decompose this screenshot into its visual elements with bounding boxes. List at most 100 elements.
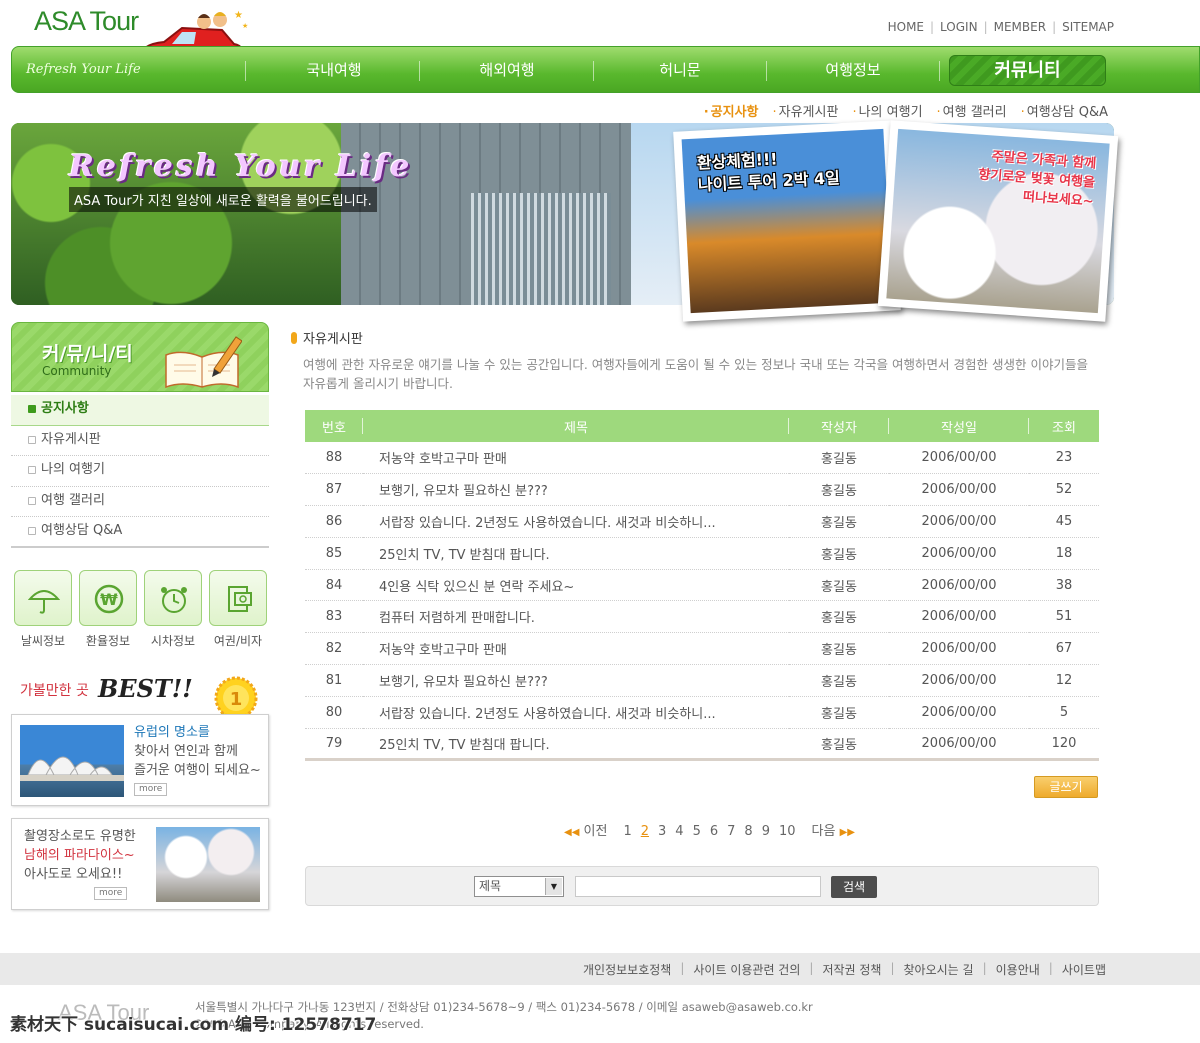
row-title-link[interactable]: 25인치 TV, TV 받침대 팝니다. <box>363 537 789 570</box>
won-icon: ₩ <box>94 584 124 614</box>
search-button[interactable]: 검색 <box>831 876 877 898</box>
row-author: 홍길동 <box>789 442 889 475</box>
page-link[interactable]: 3 <box>658 824 666 839</box>
page-link[interactable]: 5 <box>693 824 701 839</box>
next-page-link[interactable]: 다음 ▶▶ <box>812 820 855 839</box>
passport-icon <box>228 586 252 612</box>
table-row[interactable]: 88 저농약 호박고구마 판매 홍길동 2006/00/00 23 <box>305 442 1099 475</box>
promo-card-europe[interactable]: 유럽의 명소를 찾아서 연인과 함께 즐거운 여행이 되세요~ more <box>11 714 269 806</box>
row-title-link[interactable]: 4인용 식탁 있으신 분 연락 주세요~ <box>363 569 789 602</box>
row-title-link[interactable]: 컴퓨터 저렴하게 판매합니다. <box>363 600 789 634</box>
night-tour-photo[interactable]: 환상체험!!! 나이트 투어 2박 4일 <box>673 120 901 322</box>
svg-text:★: ★ <box>234 10 243 21</box>
row-date: 2006/00/00 <box>889 505 1029 538</box>
page-link[interactable]: 4 <box>675 824 683 839</box>
home-link[interactable]: HOME <box>888 20 924 34</box>
quick-exchange[interactable]: ₩ 환율정보 <box>79 570 137 649</box>
footer-link-copyright[interactable]: 저작권 정책 <box>822 961 881 978</box>
promo-card-namhae[interactable]: 촬영장소로도 유명한 남해의 파라다이스~ 아사도로 오세요!! more <box>11 818 269 910</box>
row-title-link[interactable]: 25인치 TV, TV 받침대 팝니다. <box>363 728 789 762</box>
table-row[interactable]: 84 4인용 식탁 있으신 분 연락 주세요~ 홍길동 2006/00/00 38 <box>305 569 1099 602</box>
best-places-title: 가볼만한 곳 <box>20 683 89 699</box>
row-date: 2006/00/00 <box>889 473 1029 507</box>
page-link[interactable]: 6 <box>710 824 718 839</box>
svg-text:₩: ₩ <box>100 590 118 609</box>
row-no: 86 <box>305 505 363 538</box>
row-no: 85 <box>305 537 363 570</box>
table-row[interactable]: 83 컴퓨터 저렴하게 판매합니다. 홍길동 2006/00/00 51 <box>305 600 1099 634</box>
table-row[interactable]: 85 25인치 TV, TV 받침대 팝니다. 홍길동 2006/00/00 18 <box>305 537 1099 570</box>
row-views: 18 <box>1029 537 1099 570</box>
site-logo[interactable]: ASA Tour <box>34 6 139 37</box>
row-title-link[interactable]: 보행기, 유모차 필요하신 분??? <box>363 664 789 697</box>
nav-domestic[interactable]: 국내여행 <box>259 47 409 94</box>
row-date: 2006/00/00 <box>889 664 1029 697</box>
cherry-blossom-photo[interactable]: 주말은 가족과 함께 향기로운 벚꽃 여행을 떠나보세요~ <box>877 120 1119 322</box>
page-link[interactable]: 2 <box>641 824 649 839</box>
row-views: 51 <box>1029 600 1099 634</box>
table-row[interactable]: 80 서랍장 있습니다. 2년정도 사용하였습니다. 새것과 비슷하니... 홍길동… <box>305 696 1099 729</box>
nav-honeymoon[interactable]: 허니문 <box>605 47 755 94</box>
col-title: 제목 <box>363 410 789 442</box>
search-field-select[interactable]: 제목 ▼ <box>474 876 564 897</box>
subnav-qna[interactable]: · 여행상담 Q&A <box>1021 101 1108 120</box>
write-button[interactable]: 글쓰기 <box>1034 776 1098 798</box>
row-title-link[interactable]: 저농약 호박고구마 판매 <box>363 442 789 475</box>
quick-weather[interactable]: 날씨정보 <box>14 570 72 649</box>
page-link[interactable]: 9 <box>762 824 770 839</box>
row-title-link[interactable]: 서랍장 있습니다. 2년정도 사용하였습니다. 새것과 비슷하니... <box>363 505 789 538</box>
more-button[interactable]: more <box>94 887 128 900</box>
sidebar-item-free-board[interactable]: 자유게시판 <box>11 426 269 456</box>
subnav-travelogue[interactable]: · 나의 여행기 <box>852 101 922 120</box>
subnav-notice[interactable]: · 공지사항 <box>704 101 759 120</box>
footer-link-privacy[interactable]: 개인정보보호정책 <box>583 961 671 978</box>
table-row[interactable]: 87 보행기, 유모차 필요하신 분??? 홍길동 2006/00/00 52 <box>305 473 1099 507</box>
row-author: 홍길동 <box>789 664 889 697</box>
sidebar-item-travelogue[interactable]: 나의 여행기 <box>11 456 269 487</box>
nav-overseas[interactable]: 해외여행 <box>432 47 582 94</box>
search-input[interactable] <box>575 876 821 897</box>
footer-links: 개인정보보호정책 | 사이트 이용관련 건의 | 저작권 정책 | 찾아오시는 길 | … <box>583 961 1106 978</box>
login-link[interactable]: LOGIN <box>940 20 978 34</box>
page-link[interactable]: 1 <box>623 824 631 839</box>
page-link[interactable]: 10 <box>779 824 796 839</box>
more-button[interactable]: more <box>134 783 168 796</box>
subnav-gallery[interactable]: · 여행 갤러리 <box>937 101 1007 120</box>
quick-passport[interactable]: 여권/비자 <box>209 570 267 649</box>
nav-community[interactable]: 커뮤니티 <box>949 55 1106 86</box>
row-no: 79 <box>305 728 363 762</box>
sidebar-item-notice[interactable]: 공지사항 <box>11 395 269 426</box>
row-title-link[interactable]: 보행기, 유모차 필요하신 분??? <box>363 473 789 507</box>
row-no: 80 <box>305 696 363 729</box>
table-row[interactable]: 82 저농약 호박고구마 판매 홍길동 2006/00/00 67 <box>305 632 1099 666</box>
nav-travel-info[interactable]: 여행정보 <box>778 47 928 94</box>
footer-link-directions[interactable]: 찾아오시는 길 <box>904 961 974 978</box>
quick-timezone[interactable]: 시차정보 <box>144 570 202 649</box>
sitemap-link[interactable]: SITEMAP <box>1062 20 1114 34</box>
table-row[interactable]: 86 서랍장 있습니다. 2년정도 사용하였습니다. 새것과 비슷하니... 홍길동… <box>305 505 1099 538</box>
page-link[interactable]: 7 <box>727 824 735 839</box>
row-views: 23 <box>1029 442 1099 475</box>
sidebar-title: 커/뮤/니/티 <box>42 343 133 365</box>
col-author: 작성자 <box>789 410 889 442</box>
page-link[interactable]: 8 <box>744 824 752 839</box>
sidebar-item-gallery[interactable]: 여행 갤러리 <box>11 487 269 517</box>
board-title: 자유게시판 <box>291 328 363 347</box>
subnav-free-board[interactable]: · 자유게시판 <box>773 101 839 120</box>
row-views: 38 <box>1029 569 1099 602</box>
member-link[interactable]: MEMBER <box>994 20 1046 34</box>
sidebar-item-qna[interactable]: 여행상담 Q&A <box>11 517 269 548</box>
table-row[interactable]: 81 보행기, 유모차 필요하신 분??? 홍길동 2006/00/00 12 <box>305 664 1099 697</box>
row-author: 홍길동 <box>789 600 889 634</box>
row-views: 52 <box>1029 473 1099 507</box>
row-title-link[interactable]: 저농약 호박고구마 판매 <box>363 632 789 666</box>
banner-subtitle: ASA Tour가 지친 일상에 새로운 활력을 불어드립니다. <box>69 187 377 212</box>
table-row[interactable]: 79 25인치 TV, TV 받침대 팝니다. 홍길동 2006/00/00 120 <box>305 728 1099 762</box>
table-header-row: 번호 제목 작성자 작성일 조회 <box>305 410 1099 442</box>
row-date: 2006/00/00 <box>889 728 1029 762</box>
footer-link-suggest[interactable]: 사이트 이용관련 건의 <box>693 961 800 978</box>
footer-link-sitemap[interactable]: 사이트맵 <box>1062 961 1106 978</box>
prev-page-link[interactable]: ◀◀ 이전 <box>564 820 607 839</box>
row-title-link[interactable]: 서랍장 있습니다. 2년정도 사용하였습니다. 새것과 비슷하니... <box>363 696 789 729</box>
footer-link-guide[interactable]: 이용안내 <box>996 961 1040 978</box>
